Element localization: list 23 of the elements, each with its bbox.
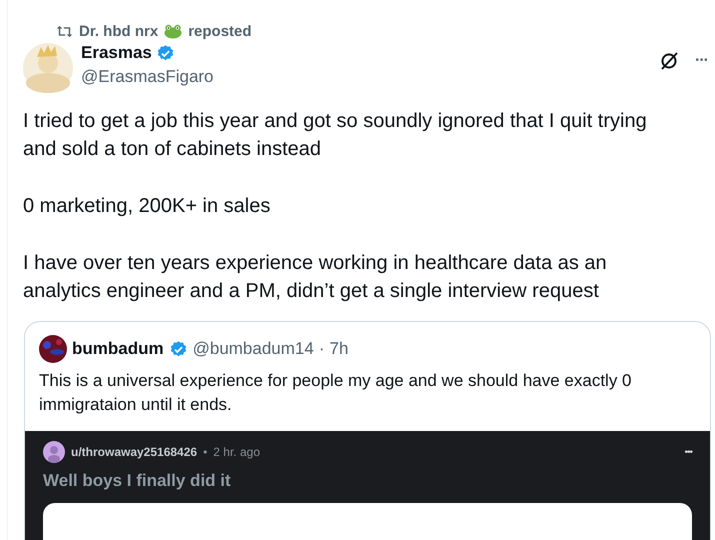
- post-paragraph: I tried to get a job this year and got so soundly ignored that I quit trying and sold a ton of cabinets instead: [23, 109, 648, 162]
- quote-time[interactable]: 7h: [330, 339, 348, 359]
- frog-icon: [164, 24, 182, 38]
- reposter-name[interactable]: Dr. hbd nrx: [79, 22, 158, 40]
- quote-text: This is a universal experience for people my age and we should have exactly 0 immigrataion until it ends.: [39, 370, 633, 416]
- separator-dot: ·: [318, 339, 324, 359]
- quote-author-handle[interactable]: @bumbadum14: [192, 339, 314, 359]
- reddit-time: 2 hr. ago: [213, 445, 260, 459]
- author-name[interactable]: Erasmas: [81, 43, 152, 63]
- separator-dot: •: [203, 445, 208, 459]
- more-button[interactable]: ···: [695, 52, 708, 70]
- author-handle[interactable]: @ErasmasFigaro: [81, 67, 652, 87]
- post-paragraph: 0 marketing, 200K+ in sales: [23, 194, 272, 219]
- quote-avatar: [39, 335, 67, 363]
- post-paragraph: I have over ten years experience working in healthcare data as an analytics engineer and a PM, didn’t get a single interview request: [23, 251, 608, 304]
- reposted-label: reposted: [188, 22, 252, 40]
- reddit-avatar: [43, 441, 65, 463]
- reddit-post-title: Well boys I finally did it: [43, 471, 232, 491]
- quote-author-name[interactable]: bumbadum: [72, 339, 164, 359]
- reddit-username: u/throwaway25168426: [71, 445, 198, 459]
- quote-card[interactable]: bumbadum @bumbadum14 · 7h This is a universal experience for people my age and we should have exactly 0 immigrataion until it ends. u/throwaway25168426 • 2 hr. ago ••• Well boys I finally did it: [24, 321, 711, 540]
- repost-icon: [56, 24, 73, 38]
- reddit-more-icon: •••: [684, 446, 692, 458]
